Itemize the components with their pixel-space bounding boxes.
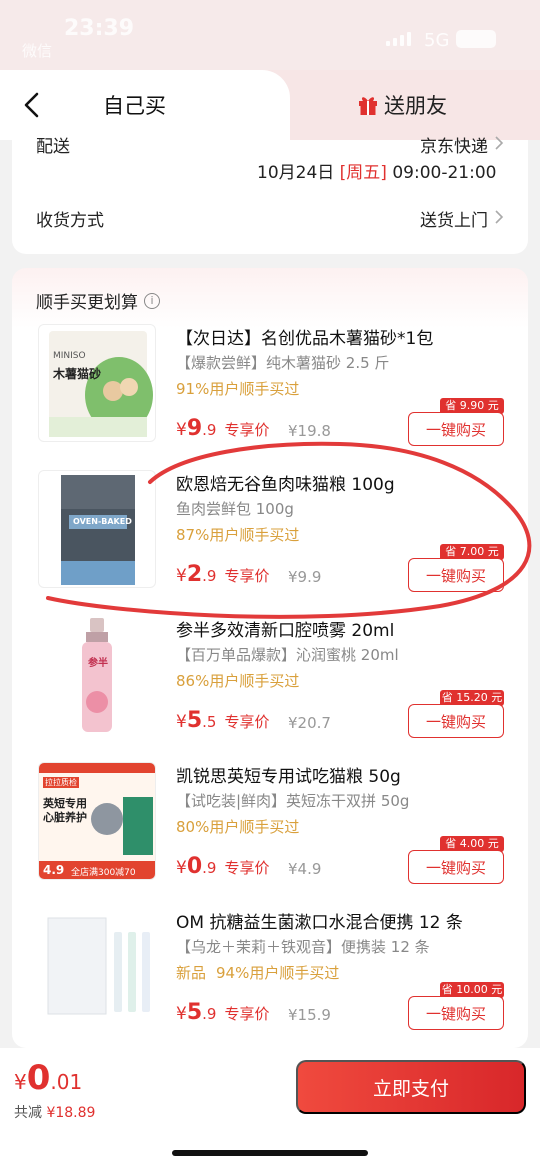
one-click-buy-button[interactable]: 一键购买: [408, 704, 504, 738]
section-title-label: 顺手买更划算: [36, 293, 138, 313]
new-tag: 新品: [176, 964, 207, 982]
original-price: ¥15.9: [288, 1006, 331, 1024]
kairuisi-promo: 全店满300减70: [71, 868, 136, 878]
status-bar: 23:39 微信 5G: [0, 0, 540, 70]
total-price: ¥0.01: [14, 1058, 83, 1098]
one-click-buy-button[interactable]: 一键购买: [408, 558, 504, 592]
product-spec: 【百万单品爆款】沁润蜜桃 20ml: [176, 646, 399, 664]
product-name: 凯锐思英短专用试吃猫粮 50g: [176, 767, 401, 787]
signal-icon: [386, 32, 412, 46]
purchase-mode-tabs: 自己买 送朋友: [0, 70, 540, 140]
litter-brand: MINISO: [53, 351, 86, 361]
exclusive-price: ¥5.5 专享价: [176, 708, 270, 733]
receive-method-value[interactable]: 送货上门: [420, 206, 488, 231]
original-price: ¥9.9: [288, 568, 322, 586]
chevron-right-icon: [495, 210, 504, 224]
original-price: ¥4.9: [288, 860, 322, 878]
gift-icon: [359, 97, 377, 115]
kairuisi-price: 4.9: [43, 863, 65, 877]
delivery-date: 10月24日: [257, 163, 335, 183]
add-on-recommend-card: 顺手买更划算 i MINISO 木薯猫砂 【次日达】名创优品木薯猫砂*1包 【爆…: [12, 268, 528, 1048]
info-icon[interactable]: i: [144, 292, 160, 309]
section-title: 顺手买更划算 i: [36, 288, 160, 313]
original-price: ¥20.7: [288, 714, 331, 732]
product-item[interactable]: 参半 参半多效清新口腔喷雾 20ml 【百万单品爆款】沁润蜜桃 20ml 86%…: [12, 616, 528, 762]
delivery-schedule[interactable]: 10月24日 [周五] 09:00-21:00: [257, 158, 496, 183]
cat-food-bag-icon: [61, 475, 135, 585]
product-item[interactable]: OM 抗糖益生菌漱口水混合便携 12 条 【乌龙＋茉莉＋铁观音】便携装 12 条…: [12, 908, 528, 1054]
tab-friend-label: 送朋友: [384, 94, 447, 118]
food-brand: OVEN-BAKED: [73, 517, 132, 526]
exclusive-price: ¥0.9 专享价: [176, 854, 270, 879]
total-saved: 共减 ¥18.89: [14, 1105, 96, 1121]
delivery-time: 09:00-21:00: [392, 163, 497, 183]
product-name: 【次日达】名创优品木薯猫砂*1包: [176, 329, 434, 349]
product-spec: 鱼肉尝鲜包 100g: [176, 500, 294, 518]
tab-send-friend[interactable]: 送朋友: [358, 90, 447, 120]
tab-self-buy[interactable]: 自己买: [0, 70, 290, 140]
product-spec: 【爆款尝鲜】纯木薯猫砂 2.5 斤: [176, 354, 390, 372]
purchase-stat: 91%用户顺手买过: [176, 380, 300, 398]
kairuisi-line2: 心脏养护: [43, 811, 87, 824]
back-arrow-icon[interactable]: [18, 88, 48, 122]
status-carrier: 微信: [22, 42, 53, 60]
product-spec: 【试吃装|鲜肉】英短冻干双拼 50g: [176, 792, 410, 810]
one-click-buy-button[interactable]: 一键购买: [408, 412, 504, 446]
delivery-card: 配送 京东快递 10月24日 [周五] 09:00-21:00 收货方式 送货上…: [12, 136, 528, 254]
product-name: 欧恩焙无谷鱼肉味猫粮 100g: [176, 475, 395, 495]
one-click-buy-button[interactable]: 一键购买: [408, 996, 504, 1030]
product-image-cat-litter[interactable]: MINISO 木薯猫砂: [38, 324, 156, 442]
delivery-carrier[interactable]: 京东快递: [420, 132, 488, 157]
product-image-cat-food[interactable]: OVEN-BAKED: [38, 470, 156, 588]
kairuisi-badge: 拉拉质检: [43, 777, 79, 788]
delivery-label: 配送: [36, 137, 70, 157]
product-image-kairuisi-food[interactable]: 拉拉质检 英短专用 心脏养护 4.9 全店满300减70: [38, 762, 156, 880]
spray-bottle-icon: [82, 618, 112, 732]
spray-brand: 参半: [88, 658, 108, 669]
exclusive-price: ¥9.9 专享价: [176, 416, 270, 441]
status-time: 23:39: [64, 16, 135, 41]
product-item[interactable]: OVEN-BAKED 欧恩焙无谷鱼肉味猫粮 100g 鱼肉尝鲜包 100g 87…: [12, 470, 528, 616]
tab-self-label: 自己买: [103, 94, 166, 118]
network-type: 5G: [424, 30, 450, 51]
product-item[interactable]: MINISO 木薯猫砂 【次日达】名创优品木薯猫砂*1包 【爆款尝鲜】纯木薯猫砂…: [12, 324, 528, 470]
product-image-mouth-spray[interactable]: 参半: [38, 616, 156, 734]
purchase-stat: 80%用户顺手买过: [176, 818, 300, 836]
pay-now-button[interactable]: 立即支付: [296, 1060, 526, 1114]
chevron-right-icon: [495, 136, 504, 150]
litter-title: 木薯猫砂: [53, 367, 102, 381]
purchase-stat: 86%用户顺手买过: [176, 672, 300, 690]
product-name: 参半多效清新口腔喷雾 20ml: [176, 621, 395, 641]
product-image-mouthwash[interactable]: [38, 908, 156, 1026]
product-item[interactable]: 拉拉质检 英短专用 心脏养护 4.9 全店满300减70 凯锐思英短专用试吃猫粮…: [12, 762, 528, 908]
battery-icon: [456, 30, 496, 48]
delivery-weekday: [周五]: [339, 163, 387, 183]
one-click-buy-button[interactable]: 一键购买: [408, 850, 504, 884]
cat-litter-pack-icon: [49, 331, 153, 437]
receive-method-label: 收货方式: [36, 211, 104, 231]
product-name: OM 抗糖益生菌漱口水混合便携 12 条: [176, 913, 463, 933]
original-price: ¥19.8: [288, 422, 331, 440]
checkout-bar: ¥0.01 共减 ¥18.89 立即支付: [0, 1048, 540, 1170]
home-indicator[interactable]: [172, 1150, 368, 1156]
product-spec: 【乌龙＋茉莉＋铁观音】便携装 12 条: [176, 938, 430, 956]
mouthwash-pack-icon: [47, 917, 150, 1015]
exclusive-price: ¥2.9 专享价: [176, 562, 270, 587]
exclusive-price: ¥5.9 专享价: [176, 1000, 270, 1025]
purchase-stat: 新品 94%用户顺手买过: [176, 964, 340, 982]
purchase-stat: 87%用户顺手买过: [176, 526, 300, 544]
